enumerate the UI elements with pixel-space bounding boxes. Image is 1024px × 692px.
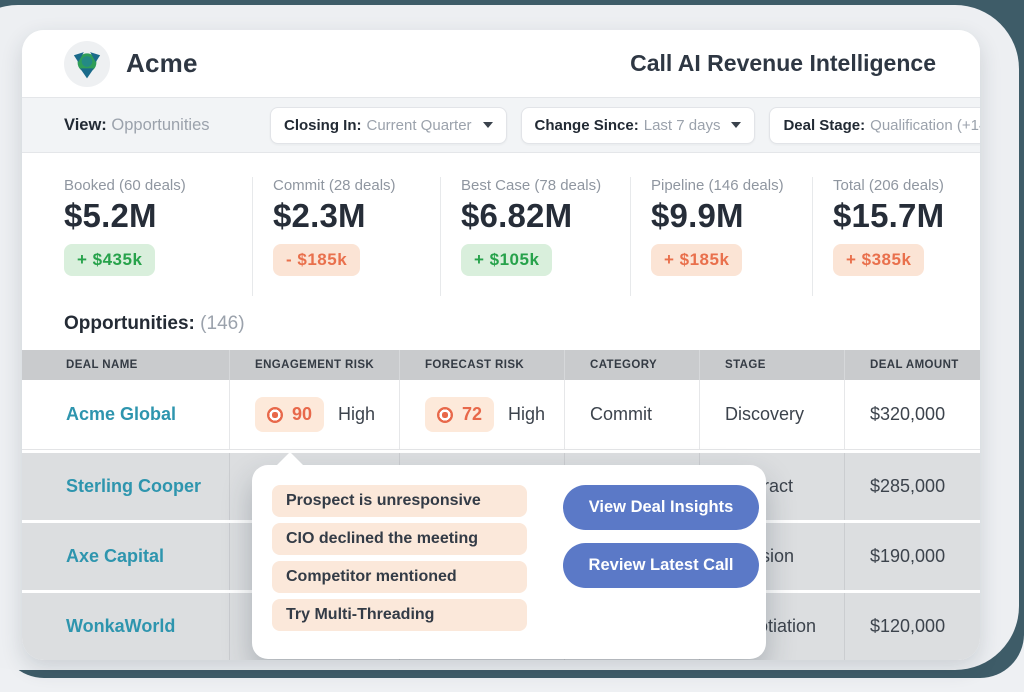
- view-selector-label: View: Opportunities: [64, 116, 256, 135]
- opportunities-label: Opportunities:: [64, 313, 195, 334]
- opportunities-heading: Opportunities: (146): [22, 296, 980, 350]
- deal-link[interactable]: Sterling Cooper: [66, 476, 201, 497]
- deal-name-cell: WonkaWorld: [22, 593, 230, 660]
- kpi-commit: Commit (28 deals) $2.3M - $185k: [252, 177, 440, 296]
- kpi-delta-badge: + $105k: [461, 244, 552, 276]
- kpi-delta-badge: - $185k: [273, 244, 360, 276]
- kpi-value: $6.82M: [461, 197, 622, 235]
- amount-value: $190,000: [870, 546, 945, 567]
- kpi-value: $9.9M: [651, 197, 804, 235]
- kpi-delta-badge: + $435k: [64, 244, 155, 276]
- kpi-value: $2.3M: [273, 197, 432, 235]
- chevron-down-icon: [731, 122, 741, 128]
- deal-name-cell: Sterling Cooper: [22, 453, 230, 520]
- kpi-delta-badge: + $385k: [833, 244, 924, 276]
- deal-stage-label: Deal Stage:: [783, 117, 865, 134]
- column-header-deal-name: DEAL NAME: [22, 350, 230, 380]
- view-deal-insights-button[interactable]: View Deal Insights: [563, 485, 759, 530]
- column-header-deal-amount: DEAL AMOUNT: [845, 350, 980, 380]
- app-header: Acme Call AI Revenue Intelligence: [22, 30, 980, 97]
- risk-factor-chip: CIO declined the meeting: [272, 523, 527, 555]
- risk-score-badge: 90: [255, 397, 324, 432]
- forecast-risk-cell: 72 High: [400, 380, 565, 449]
- kpi-label: Best Case (78 deals): [461, 177, 622, 194]
- risk-dot-icon: [267, 407, 283, 423]
- deal-name-cell: Acme Global: [22, 380, 230, 449]
- kpi-section: Booked (60 deals) $5.2M + $435k Commit (…: [22, 153, 980, 296]
- risk-factors-popup: Prospect is unresponsive CIO declined th…: [252, 465, 766, 659]
- acme-logo: [64, 41, 110, 87]
- opportunities-count: (146): [200, 313, 244, 334]
- kpi-value: $5.2M: [64, 197, 244, 235]
- risk-dot-icon: [437, 407, 453, 423]
- review-latest-call-button[interactable]: Review Latest Call: [563, 543, 759, 588]
- closing-in-value: Current Quarter: [367, 117, 472, 134]
- column-header-forecast-risk: FORECAST RISK: [400, 350, 565, 380]
- kpi-label: Booked (60 deals): [64, 177, 244, 194]
- engagement-risk-cell: 90 High: [230, 380, 400, 449]
- risk-score: 90: [292, 404, 312, 425]
- shield-icon: [72, 49, 102, 79]
- filter-bar: View: Opportunities Closing In: Current …: [22, 97, 980, 153]
- kpi-delta-badge: + $185k: [651, 244, 742, 276]
- deal-amount-cell: $120,000: [845, 593, 980, 660]
- kpi-label: Total (206 deals): [833, 177, 972, 194]
- risk-factor-chip: Try Multi-Threading: [272, 599, 527, 631]
- closing-in-label: Closing In:: [284, 117, 362, 134]
- popup-actions: View Deal Insights Review Latest Call: [563, 485, 759, 659]
- deal-link[interactable]: WonkaWorld: [66, 616, 175, 637]
- column-header-stage: STAGE: [700, 350, 845, 380]
- table-row: Acme Global 90 High 72 High Commit: [22, 380, 980, 450]
- kpi-total: Total (206 deals) $15.7M + $385k: [812, 177, 980, 296]
- stage-cell: Discovery: [700, 380, 845, 449]
- kpi-value: $15.7M: [833, 197, 972, 235]
- change-since-dropdown[interactable]: Change Since: Last 7 days: [521, 107, 756, 144]
- view-label: View:: [64, 116, 107, 134]
- amount-value: $285,000: [870, 476, 945, 497]
- deal-stage-value: Qualification (+14): [870, 117, 980, 134]
- deal-link[interactable]: Axe Capital: [66, 546, 164, 567]
- dashboard-card: Acme Call AI Revenue Intelligence View: …: [22, 30, 980, 660]
- table-header-row: DEAL NAME ENGAGEMENT RISK FORECAST RISK …: [22, 350, 980, 380]
- view-value: Opportunities: [111, 116, 209, 134]
- column-header-engagement-risk: ENGAGEMENT RISK: [230, 350, 400, 380]
- amount-value: $120,000: [870, 616, 945, 637]
- deal-amount-cell: $320,000: [845, 380, 980, 449]
- column-header-category: CATEGORY: [565, 350, 700, 380]
- deal-stage-dropdown[interactable]: Deal Stage: Qualification (+14): [769, 107, 980, 144]
- risk-level: High: [338, 404, 375, 425]
- page-title: Call AI Revenue Intelligence: [630, 50, 936, 77]
- kpi-label: Pipeline (146 deals): [651, 177, 804, 194]
- deal-amount-cell: $190,000: [845, 523, 980, 590]
- deal-amount-cell: $285,000: [845, 453, 980, 520]
- stage-value: Discovery: [725, 404, 804, 425]
- change-since-value: Last 7 days: [644, 117, 721, 134]
- risk-score-badge: 72: [425, 397, 494, 432]
- deal-name-cell: Axe Capital: [22, 523, 230, 590]
- kpi-pipeline: Pipeline (146 deals) $9.9M + $185k: [630, 177, 812, 296]
- risk-level: High: [508, 404, 545, 425]
- kpi-booked: Booked (60 deals) $5.2M + $435k: [64, 177, 252, 296]
- category-cell: Commit: [565, 380, 700, 449]
- risk-score: 72: [462, 404, 482, 425]
- deal-link[interactable]: Acme Global: [66, 404, 176, 425]
- risk-factor-list: Prospect is unresponsive CIO declined th…: [272, 485, 527, 659]
- category-value: Commit: [590, 404, 652, 425]
- closing-in-dropdown[interactable]: Closing In: Current Quarter: [270, 107, 507, 144]
- change-since-label: Change Since:: [535, 117, 639, 134]
- risk-factor-chip: Prospect is unresponsive: [272, 485, 527, 517]
- kpi-best-case: Best Case (78 deals) $6.82M + $105k: [440, 177, 630, 296]
- brand-name: Acme: [126, 48, 198, 79]
- risk-factor-chip: Competitor mentioned: [272, 561, 527, 593]
- amount-value: $320,000: [870, 404, 945, 425]
- chevron-down-icon: [483, 122, 493, 128]
- kpi-label: Commit (28 deals): [273, 177, 432, 194]
